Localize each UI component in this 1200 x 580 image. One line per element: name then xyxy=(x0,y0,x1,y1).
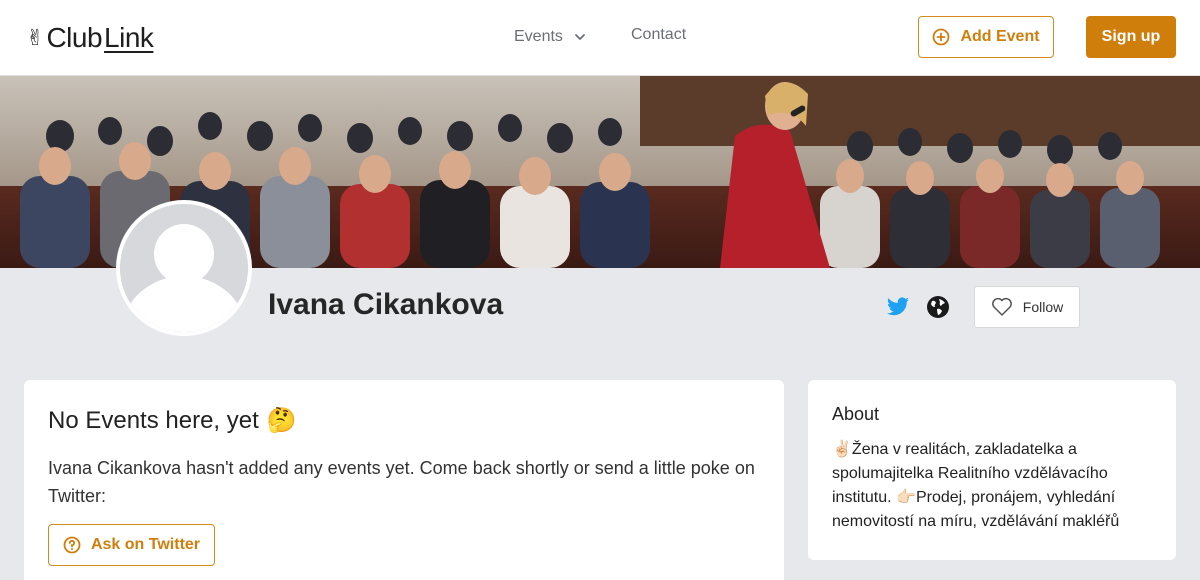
user-placeholder-icon xyxy=(120,204,248,332)
follow-label: Follow xyxy=(1022,299,1064,315)
about-card: About ✌🏻Žena v realitách, zakladatelka a… xyxy=(808,380,1176,560)
about-card-text: ✌🏻Žena v realitách, zakladatelka a spolu… xyxy=(832,441,1120,530)
clublink-logo[interactable]: ✌ Club Link xyxy=(26,20,154,56)
sign-up-button[interactable]: Sign up xyxy=(1086,16,1176,58)
events-card-message: Ivana Cikankova hasn't added any events … xyxy=(48,458,755,506)
add-event-label: Add Event xyxy=(960,28,1040,45)
add-event-button[interactable]: Add Event xyxy=(918,16,1054,58)
events-card: No Events here, yet 🤔 Ivana Cikankova ha… xyxy=(24,380,784,580)
heart-outline-icon xyxy=(991,297,1012,316)
nav-events-dropdown[interactable]: Events xyxy=(514,26,587,48)
logo-text-link: Link xyxy=(104,22,154,53)
about-card-title: About xyxy=(832,404,880,424)
globe-icon[interactable] xyxy=(926,295,950,319)
thinking-face-icon: 🤔 xyxy=(266,407,297,434)
events-card-title-text: No Events here, yet xyxy=(48,406,259,434)
ask-on-twitter-label: Ask on Twitter xyxy=(90,536,201,553)
events-card-title: No Events here, yet 🤔 xyxy=(48,406,297,435)
ask-on-twitter-button[interactable]: Ask on Twitter xyxy=(48,524,215,566)
chevron-down-icon xyxy=(575,34,585,40)
peace-hand-icon: ✌ xyxy=(26,25,45,50)
follow-button[interactable]: Follow xyxy=(974,286,1080,328)
profile-avatar xyxy=(116,200,252,336)
nav-events-label: Events xyxy=(514,28,563,45)
profile-name: Ivana Cikankova xyxy=(268,288,504,321)
twitter-icon[interactable] xyxy=(886,295,910,319)
top-header: ✌ Club Link Events Contact Add Event Sig… xyxy=(0,0,1200,76)
nav-contact-link[interactable]: Contact xyxy=(631,26,686,48)
logo-text-club: Club xyxy=(46,22,103,53)
plus-circle-icon xyxy=(933,28,950,46)
question-circle-icon xyxy=(63,536,81,554)
